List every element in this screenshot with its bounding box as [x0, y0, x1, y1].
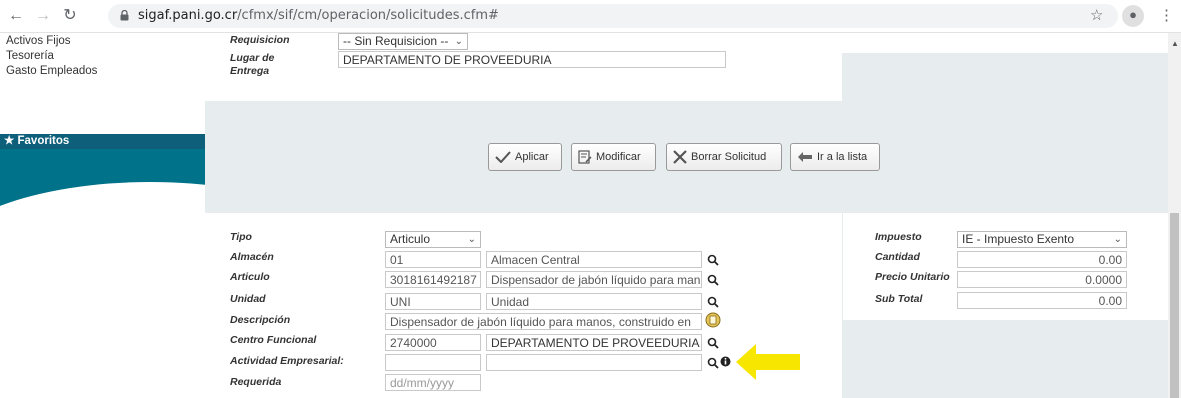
unidad-code-field[interactable]: UNI	[385, 293, 481, 310]
almacen-code-field[interactable]: 01	[385, 251, 481, 268]
centro-name-field[interactable]: DEPARTAMENTO DE PROVEEDURIA	[486, 334, 702, 351]
centro-funcional-label: Centro Funcional	[230, 334, 317, 346]
impuesto-select[interactable]: IE - Impuesto Exento ⌄	[957, 231, 1127, 248]
reload-icon[interactable]: ↻	[60, 6, 80, 26]
url-text: sigaf.pani.go.cr/cfmx/sif/cm/operacion/s…	[138, 8, 499, 23]
ir-a-la-lista-button[interactable]: Ir a la lista	[790, 143, 880, 171]
highlight-arrow-icon	[736, 344, 800, 380]
modificar-label: Modificar	[596, 151, 641, 164]
lugar-entrega-field[interactable]: DEPARTAMENTO DE PROVEEDURIA	[338, 51, 726, 68]
unidad-label: Unidad	[230, 293, 266, 305]
sub-total-field: 0.00	[957, 292, 1127, 309]
almacen-label: Almacén	[230, 251, 274, 263]
top-right-card	[842, 33, 1168, 53]
borrar-label: Borrar Solicitud	[691, 151, 767, 164]
borrar-solicitud-button[interactable]: Borrar Solicitud	[666, 143, 782, 171]
tipo-select[interactable]: Articulo ⌄	[385, 231, 481, 248]
descripcion-label: Descripción	[230, 314, 291, 326]
requerida-date-field[interactable]: dd/mm/yyyy	[385, 374, 481, 391]
sub-total-label: Sub Total	[875, 293, 923, 305]
favorites-header[interactable]: ★ Favoritos	[0, 134, 205, 149]
ir-lista-label: Ir a la lista	[817, 151, 868, 164]
descripcion-field[interactable]: Dispensador de jabón líquido para manos,…	[385, 313, 702, 330]
lugar-label: Lugar de	[230, 52, 275, 64]
chevron-down-icon: ⌄	[1113, 234, 1122, 245]
scrollbar-thumb[interactable]	[1170, 213, 1179, 398]
precio-unitario-label: Precio Unitario	[875, 271, 950, 283]
aplicar-label: Aplicar	[515, 151, 549, 164]
page-scrollbar[interactable]: ▲	[1168, 33, 1181, 398]
forward-arrow-icon[interactable]: →	[33, 6, 53, 26]
url-domain: sigaf.pani.go.cr	[138, 8, 238, 23]
lock-icon	[120, 10, 129, 21]
star-icon: ★	[4, 135, 15, 147]
favorites-panel: ★ Favoritos	[0, 134, 205, 229]
search-icon[interactable]	[707, 296, 719, 308]
profile-avatar-icon[interactable]: ●	[1122, 5, 1144, 27]
articulo-code-field[interactable]: 3018161492187	[385, 271, 481, 288]
sidebar-item-tesoreria[interactable]: Tesorería	[6, 50, 54, 62]
actividad-empresarial-label: Actividad Empresarial:	[230, 355, 344, 367]
centro-code-field[interactable]: 2740000	[385, 334, 481, 351]
cantidad-label: Cantidad	[875, 251, 920, 263]
delete-x-icon	[673, 150, 687, 164]
unidad-name-field[interactable]: Unidad	[486, 293, 702, 310]
articulo-label: Articulo	[230, 271, 270, 283]
modificar-button[interactable]: Modificar	[571, 143, 656, 171]
favorites-label: Favoritos	[17, 135, 70, 147]
info-icon[interactable]	[720, 356, 731, 367]
impuesto-label: Impuesto	[875, 231, 922, 243]
requerida-label: Requerida	[230, 376, 282, 388]
search-icon[interactable]	[707, 357, 719, 369]
chevron-down-icon: ⌄	[454, 36, 463, 47]
notes-icon[interactable]	[705, 312, 721, 328]
more-menu-icon[interactable]: ⋮	[1159, 6, 1174, 26]
requisition-card: Requisicion -- Sin Requisicion -- ⌄ Lugar…	[205, 33, 842, 101]
edit-document-icon	[578, 150, 592, 164]
articulo-name-field[interactable]: Dispensador de jabón líquido para mano	[486, 271, 702, 288]
totals-card: Impuesto IE - Impuesto Exento ⌄ Cantidad …	[843, 213, 1168, 320]
tipo-label: Tipo	[230, 231, 252, 243]
browser-toolbar: ← → ↻ sigaf.pani.go.cr/cfmx/sif/cm/opera…	[0, 0, 1181, 33]
back-arrow-icon[interactable]: ←	[6, 6, 26, 26]
url-path: /cfmx/sif/cm/operacion/solicitudes.cfm#	[237, 8, 499, 23]
sidebar: Activos Fijos Tesorería Gasto Empleados …	[0, 33, 205, 398]
actividad-code-field[interactable]	[385, 354, 481, 371]
tipo-value: Articulo	[390, 232, 431, 246]
decorative-curve	[0, 182, 205, 229]
cantidad-field[interactable]: 0.00	[957, 251, 1127, 268]
scroll-up-icon[interactable]: ▲	[1171, 39, 1179, 48]
bookmark-star-icon[interactable]: ☆	[1090, 6, 1103, 26]
chevron-down-icon: ⌄	[467, 234, 476, 245]
checkmark-icon	[495, 151, 511, 164]
actividad-name-field[interactable]	[486, 354, 702, 371]
address-bar[interactable]: sigaf.pani.go.cr/cfmx/sif/cm/operacion/s…	[108, 4, 1118, 28]
main-content: Requisicion -- Sin Requisicion -- ⌄ Lugar…	[205, 33, 1168, 398]
search-icon[interactable]	[707, 337, 719, 349]
search-icon[interactable]	[707, 274, 719, 286]
search-icon[interactable]	[707, 254, 719, 266]
precio-unitario-field[interactable]: 0.0000	[957, 271, 1127, 288]
sidebar-item-gasto-empleados[interactable]: Gasto Empleados	[6, 65, 97, 77]
impuesto-value: IE - Impuesto Exento	[962, 232, 1075, 246]
aplicar-button[interactable]: Aplicar	[488, 143, 562, 171]
back-arrow-list-icon	[798, 152, 812, 163]
requisicion-label: Requisicion	[230, 34, 290, 46]
requisicion-value: -- Sin Requisicion --	[343, 34, 449, 48]
sidebar-item-activos-fijos[interactable]: Activos Fijos	[6, 35, 71, 47]
entrega-label: Entrega	[230, 65, 270, 77]
requisicion-select[interactable]: -- Sin Requisicion -- ⌄	[338, 33, 468, 50]
almacen-name-field[interactable]: Almacen Central	[486, 251, 702, 268]
